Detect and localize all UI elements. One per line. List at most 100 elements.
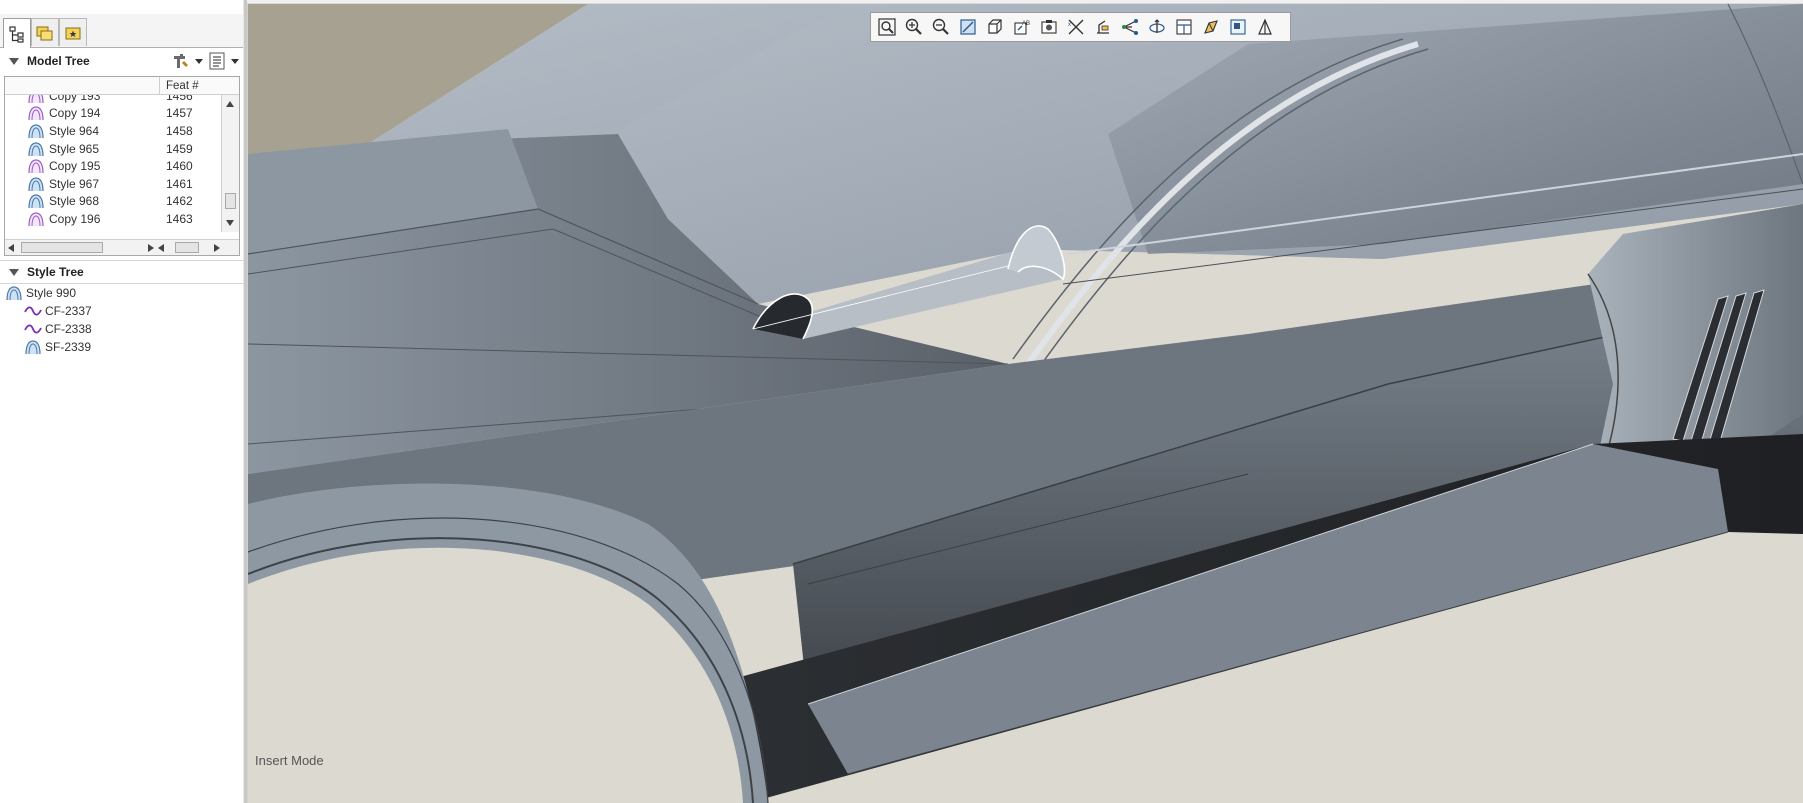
car-model-view[interactable]: [248, 4, 1803, 803]
scroll-thumb[interactable]: [225, 193, 236, 209]
orient-icon: [1204, 20, 1218, 34]
navigator-tabs: [0, 14, 243, 48]
star-folder-icon: [65, 27, 81, 39]
mode-status-label: Insert Mode: [255, 753, 324, 768]
feature-number: 1458: [166, 123, 193, 138]
feat-column-header[interactable]: Feat #: [166, 80, 199, 92]
orient-button[interactable]: [1198, 14, 1224, 40]
model-tree-row[interactable]: Style 968 1462: [5, 193, 219, 211]
display-style-button[interactable]: [982, 14, 1008, 40]
chevron-down-icon[interactable]: [231, 58, 239, 64]
repaint-button[interactable]: [955, 14, 981, 40]
refit-button[interactable]: [874, 14, 900, 40]
section-button[interactable]: [1252, 14, 1278, 40]
style-tree-item[interactable]: CF-2338: [24, 320, 92, 338]
graphics-window[interactable]: AB x Insert Mode: [248, 4, 1803, 803]
layers-icon: [1041, 20, 1057, 34]
scroll-right-icon[interactable]: [214, 244, 220, 252]
appearance-button[interactable]: [1225, 14, 1251, 40]
zoom-out-icon: [932, 18, 949, 35]
model-tree-row[interactable]: Style 967 1461: [5, 175, 219, 193]
zoom-in-icon: [905, 18, 922, 35]
spin-center-icon: [1149, 19, 1165, 33]
model-tree-row[interactable]: Style 965 1459: [5, 140, 219, 158]
model-tree-tools: [171, 51, 239, 71]
feature-name: Style 968: [49, 194, 100, 209]
style-feature-icon: [28, 194, 44, 209]
model-tree-title: Model Tree: [27, 54, 90, 68]
feature-number: 1461: [166, 176, 193, 191]
point-display-icon: [1097, 20, 1109, 34]
saved-views-button[interactable]: AB: [1009, 14, 1035, 40]
scroll-thumb[interactable]: [175, 242, 199, 253]
scroll-left-icon[interactable]: [158, 244, 164, 252]
style-tree-root[interactable]: Style 990: [5, 284, 76, 302]
tree-filter-button[interactable]: [207, 51, 227, 71]
tree-settings-button[interactable]: [171, 51, 191, 71]
style-tree-item[interactable]: SF-2339: [24, 338, 91, 356]
zoom-in-button[interactable]: [901, 14, 927, 40]
copy-feature-icon: [28, 212, 44, 226]
curve-icon: [24, 306, 42, 316]
model-tree-tab[interactable]: [3, 18, 31, 48]
graphics-toolbar: AB x: [870, 12, 1291, 42]
model-tree-row[interactable]: Copy 195 1460: [5, 157, 219, 175]
scroll-down-icon[interactable]: [226, 220, 234, 226]
navigator-panel: Model Tree Copy 193 1456 Copy 194 1457 Style…: [0, 0, 247, 803]
copy-feature-icon: [28, 159, 44, 174]
feature-name: Style 965: [49, 141, 100, 156]
tree-structure-icon: [9, 25, 24, 43]
scroll-up-icon[interactable]: [226, 101, 234, 107]
section-icon: [1258, 18, 1272, 35]
feature-name: Style 967: [49, 176, 100, 191]
model-tree-row[interactable]: Style 964 1458: [5, 122, 219, 140]
scroll-right-icon[interactable]: [148, 244, 154, 252]
model-tree-header[interactable]: Model Tree: [0, 49, 243, 73]
name-column-header[interactable]: [5, 77, 160, 95]
feature-name: Copy 194: [49, 106, 101, 121]
coordinate-system-icon: [1122, 19, 1138, 35]
feature-number: 1463: [166, 211, 193, 226]
scroll-thumb[interactable]: [21, 242, 103, 253]
annotation-display-button[interactable]: x: [1063, 14, 1089, 40]
feature-number: 1462: [166, 194, 193, 209]
style-feature-icon: [28, 141, 44, 156]
favorites-tab[interactable]: [59, 18, 87, 46]
style-tree-title: Style Tree: [27, 265, 84, 279]
tools-icon: [174, 54, 188, 68]
view-manager-button[interactable]: [1171, 14, 1197, 40]
model-tree-row[interactable]: Copy 196 1463: [5, 210, 219, 228]
panel-splitter[interactable]: [243, 0, 247, 803]
folder-browser-tab[interactable]: [31, 18, 59, 46]
style-tree-item-label: CF-2338: [45, 322, 92, 336]
chevron-down-icon[interactable]: [195, 58, 203, 64]
coordinate-system-button[interactable]: [1117, 14, 1143, 40]
svg-text:x: x: [1068, 22, 1071, 28]
curve-icon: [24, 324, 42, 334]
model-tree-horizontal-scrollbar[interactable]: [5, 239, 239, 255]
style-feature-icon: [6, 286, 22, 301]
svg-text:AB: AB: [1022, 21, 1030, 27]
style-tree-item[interactable]: CF-2337: [24, 302, 92, 320]
collapse-arrow-icon[interactable]: [9, 57, 19, 65]
model-tree-vertical-scrollbar[interactable]: [221, 95, 239, 232]
repaint-icon: [960, 19, 976, 35]
feature-name: Copy 195: [49, 159, 101, 174]
collapse-arrow-icon[interactable]: [9, 268, 19, 276]
zoom-out-button[interactable]: [928, 14, 954, 40]
style-feature-icon: [28, 177, 44, 191]
spin-center-button[interactable]: [1144, 14, 1170, 40]
annotation-display-icon: x: [1068, 19, 1084, 35]
layers-button[interactable]: [1036, 14, 1062, 40]
feature-number: 1457: [166, 106, 193, 121]
point-display-button[interactable]: [1090, 14, 1116, 40]
model-tree-table: Copy 193 1456 Copy 194 1457 Style 964 1458 Sty…: [4, 76, 240, 256]
surface-icon: [25, 340, 41, 355]
style-tree-header[interactable]: Style Tree: [0, 260, 243, 284]
model-tree-row[interactable]: Copy 194 1457: [5, 105, 219, 123]
display-style-icon: [988, 19, 1002, 34]
feature-number: 1459: [166, 141, 193, 156]
feature-name: Style 964: [49, 123, 100, 138]
scroll-left-icon[interactable]: [8, 244, 14, 252]
list-icon: [209, 52, 225, 70]
